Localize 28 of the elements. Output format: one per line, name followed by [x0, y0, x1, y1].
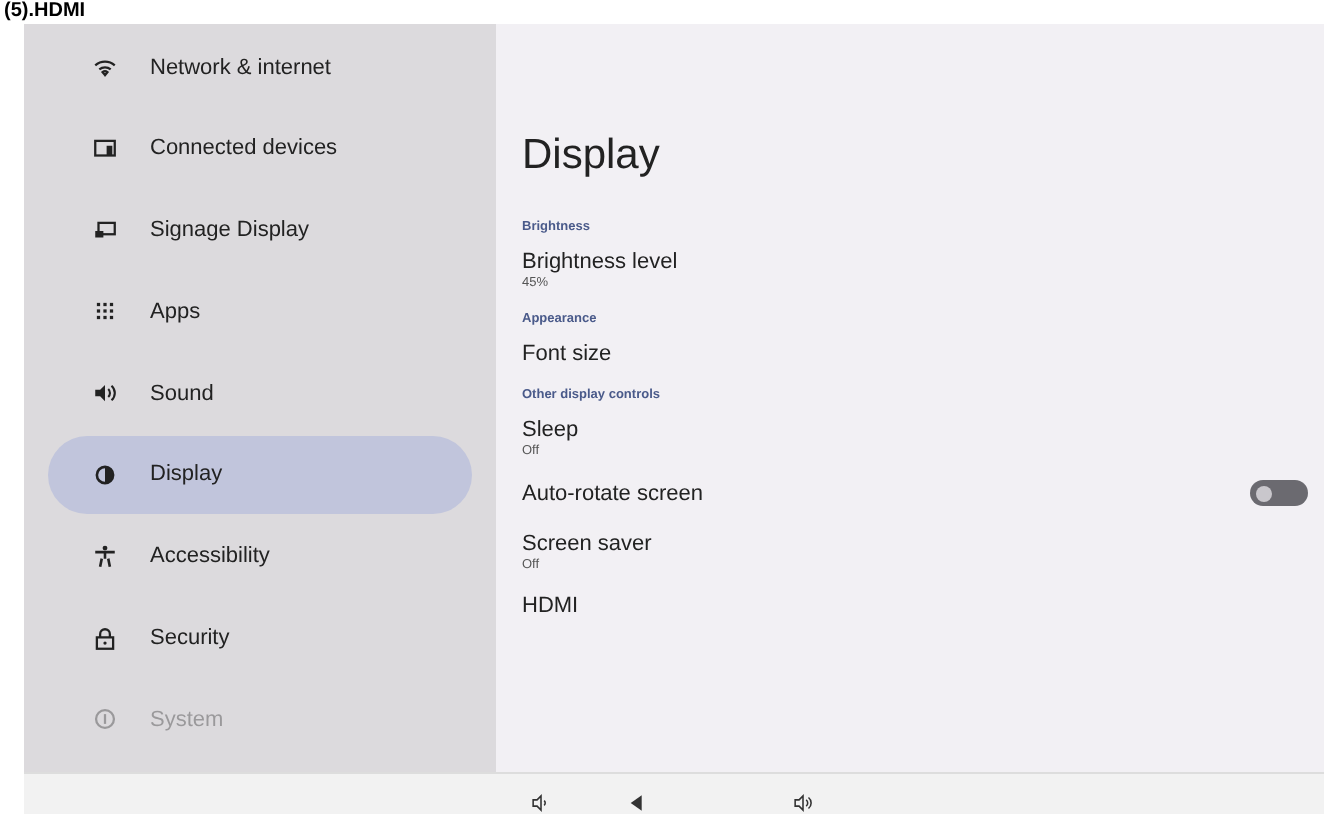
speaker-icon[interactable] — [530, 792, 552, 814]
person-icon — [92, 543, 118, 570]
setting-title[interactable]: HDMI — [522, 594, 579, 618]
info-icon — [92, 706, 118, 733]
sidebar-item[interactable]: Security — [48, 599, 472, 678]
setting-title[interactable]: Brightness level — [522, 250, 678, 274]
sidebar-item[interactable]: Signage Display — [48, 191, 472, 270]
grid-icon — [92, 298, 118, 325]
speaker-icon — [92, 380, 118, 407]
back-icon[interactable] — [626, 792, 648, 814]
setting-title[interactable]: Auto-rotate screen — [522, 481, 703, 505]
sidebar-item[interactable]: Connected devices — [48, 109, 472, 188]
sidebar-item[interactable]: Apps — [48, 272, 472, 351]
page-title: Display — [522, 130, 660, 182]
monitor-icon — [92, 217, 118, 244]
brightness-icon — [92, 461, 118, 488]
devices-icon — [92, 135, 118, 162]
setting-title[interactable]: Sleep — [522, 418, 579, 442]
setting-title[interactable]: Screen saver — [522, 532, 652, 556]
setting-title[interactable]: Font size — [522, 342, 612, 366]
toggle-switch[interactable] — [1250, 480, 1308, 506]
document-caption: (5).HDMI — [2, 0, 86, 24]
sidebar-item[interactable]: Display — [48, 435, 472, 514]
sidebar-item[interactable]: Accessibility — [48, 517, 472, 596]
padlock-icon — [92, 625, 118, 652]
sidebar-item[interactable]: Network & internet — [48, 28, 472, 106]
sidebar-item[interactable]: Sound — [48, 354, 472, 433]
speaker-icon[interactable] — [792, 792, 814, 814]
